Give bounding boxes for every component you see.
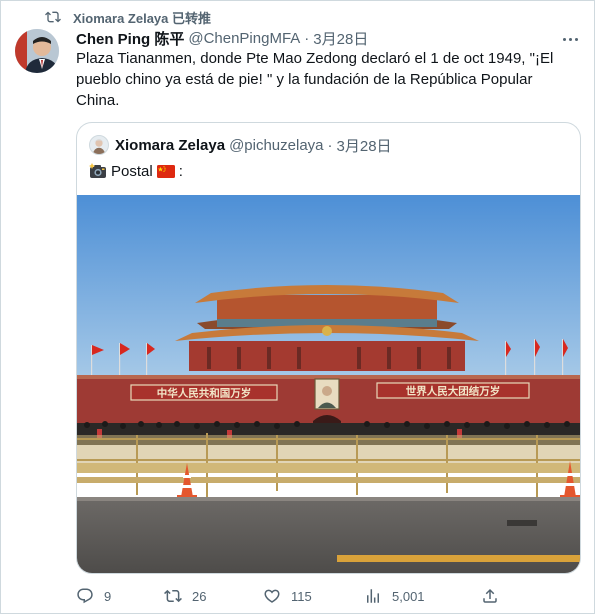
tweet-date[interactable]: 3月28日 — [313, 28, 368, 49]
tweet-card[interactable]: Xiomara Zelaya 已转推 Chen Ping 陈平 @ChenPin… — [0, 0, 595, 614]
quote-header: Xiomara Zelaya @pichuzelaya · 3月28日 — [89, 135, 392, 155]
views-icon — [367, 589, 379, 603]
author-handle[interactable]: @ChenPingMFA — [188, 30, 300, 47]
quote-text: Postal : — [89, 160, 183, 182]
quote-separator: · — [327, 136, 333, 154]
tiananmen-photo[interactable]: 中华人民共和国万岁 世界人民大团结万岁 — [77, 195, 581, 574]
retweet-indicator[interactable]: Xiomara Zelaya 已转推 — [45, 7, 211, 27]
quote-date[interactable]: 3月28日 — [337, 135, 392, 156]
views-button[interactable]: 5,001 — [364, 585, 425, 607]
tweet-text: Plaza Tiananmen, donde Pte Mao Zedong de… — [76, 50, 554, 109]
reply-count: 9 — [104, 588, 112, 604]
quote-text-suffix: : — [178, 162, 183, 180]
retweet-count: 26 — [192, 588, 207, 604]
retweet-button[interactable]: 26 — [164, 585, 206, 607]
quoted-tweet[interactable]: Xiomara Zelaya @pichuzelaya · 3月28日 Post… — [76, 122, 581, 574]
header-separator: · — [304, 29, 310, 47]
quote-author-handle[interactable]: @pichuzelaya — [229, 137, 323, 154]
quote-text-label: Postal — [111, 162, 153, 180]
reply-button[interactable]: 9 — [76, 585, 111, 607]
avatar-photo — [15, 29, 59, 73]
like-icon — [264, 589, 280, 603]
author-name[interactable]: Chen Ping 陈平 — [76, 28, 184, 49]
quote-avatar[interactable] — [89, 135, 109, 155]
share-icon — [483, 588, 497, 603]
avatar[interactable] — [15, 29, 59, 73]
like-button[interactable]: 115 — [263, 585, 312, 607]
tweet-header: Chen Ping 陈平 @ChenPingMFA · 3月28日 — [76, 28, 368, 48]
share-button[interactable] — [481, 585, 499, 607]
gate-sign-left: 中华人民共和国万岁 — [157, 387, 252, 400]
like-count: 115 — [291, 588, 312, 604]
camera-emoji-icon — [89, 163, 106, 178]
gate-sign-right: 世界人民大团结万岁 — [406, 385, 501, 398]
quote-author-name[interactable]: Xiomara Zelaya — [115, 137, 225, 154]
action-bar: 9 26 115 5,001 — [76, 585, 581, 607]
reply-icon — [77, 588, 93, 604]
retweet-label: Xiomara Zelaya 已转推 — [73, 10, 211, 26]
china-flag-emoji-icon — [156, 164, 175, 178]
retweet-icon — [45, 11, 61, 23]
views-count: 5,001 — [392, 588, 425, 604]
retweet-icon — [164, 589, 182, 603]
more-icon[interactable] — [560, 31, 580, 47]
